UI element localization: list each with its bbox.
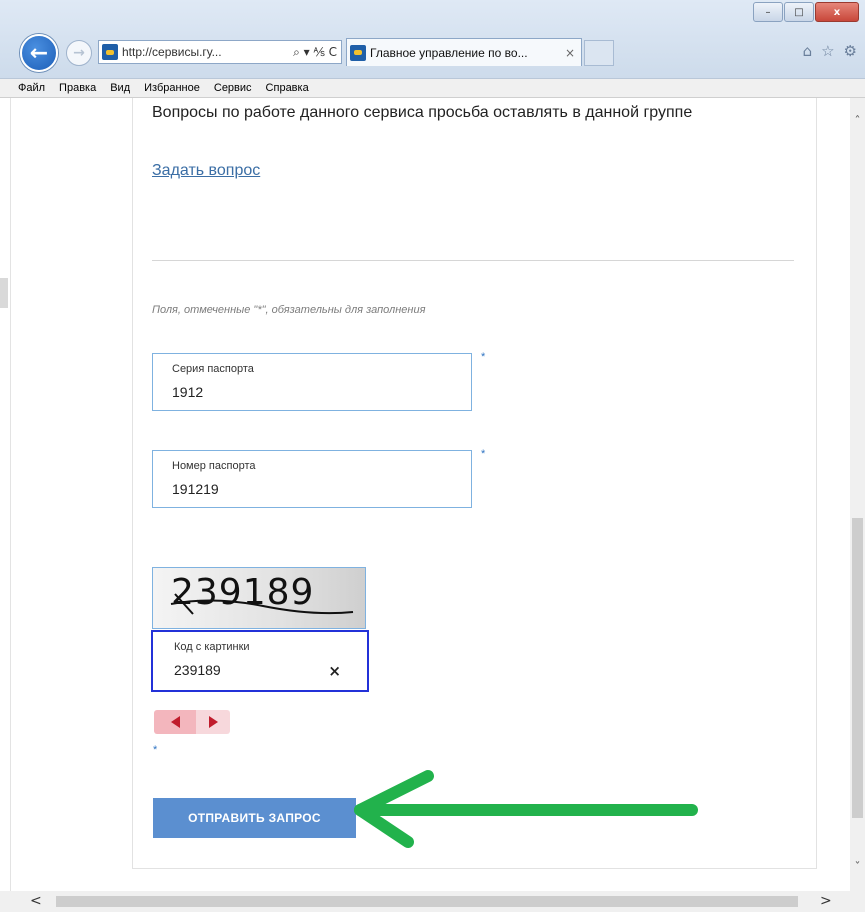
horizontal-scrollbar[interactable]: < > — [0, 891, 865, 912]
maximize-button[interactable]: □ — [784, 2, 814, 22]
required-fields-note: Поля, отмеченные "*", обязательны для за… — [152, 304, 426, 316]
passport-series-label: Серия паспорта — [172, 363, 254, 375]
section-divider — [152, 260, 794, 261]
tab-title: Главное управление по во... — [370, 45, 528, 60]
required-marker: * — [481, 448, 486, 460]
passport-number-field[interactable]: Номер паспорта 191219 — [152, 450, 472, 508]
menu-item-file[interactable]: Файл — [0, 82, 52, 94]
passport-number-value[interactable]: 191219 — [172, 481, 219, 497]
gear-icon[interactable]: ⚙ — [844, 42, 857, 60]
captcha-code-value[interactable]: 239189 — [174, 662, 221, 678]
scroll-up-icon[interactable]: ˆ — [850, 114, 865, 128]
captcha-audio-control[interactable] — [154, 710, 232, 734]
vertical-scrollbar[interactable]: ˆ ˇ — [850, 98, 865, 891]
captcha-code-field[interactable]: Код с картинки 239189 × — [151, 630, 369, 692]
menu-bar: Файл Правка Вид Избранное Сервис Справка — [0, 78, 865, 98]
scroll-down-icon[interactable]: ˇ — [850, 860, 865, 874]
site-favicon-icon — [102, 44, 118, 60]
ask-question-link[interactable]: Задать вопрос — [152, 162, 260, 180]
home-icon[interactable]: ⌂ — [803, 42, 813, 60]
captcha-noise-lines — [170, 593, 354, 615]
passport-series-value[interactable]: 1912 — [172, 384, 203, 400]
close-window-button[interactable]: x — [815, 2, 859, 22]
tab-active[interactable]: Главное управление по во... × — [346, 38, 582, 66]
browser-chrome: – □ x ← → http://сервисы.гу... ⌕ ▾ ⅍ C Г… — [0, 0, 865, 78]
captcha-image: 239189 — [152, 567, 366, 629]
tab-close-icon[interactable]: × — [565, 46, 575, 60]
required-marker: * — [481, 351, 486, 363]
scroll-right-icon[interactable]: > — [820, 893, 832, 909]
play-back-icon[interactable] — [154, 710, 196, 734]
passport-number-label: Номер паспорта — [172, 460, 256, 472]
left-gutter — [0, 98, 11, 891]
captcha-code-label: Код с картинки — [174, 641, 250, 653]
address-bar[interactable]: http://сервисы.гу... ⌕ ▾ ⅍ C — [98, 40, 342, 64]
menu-item-tools[interactable]: Сервис — [207, 82, 259, 94]
back-arrow-icon[interactable]: ← — [20, 34, 58, 72]
clear-icon[interactable]: × — [328, 662, 341, 680]
menu-item-edit[interactable]: Правка — [52, 82, 103, 94]
address-tools[interactable]: ⌕ ▾ ⅍ C — [293, 45, 337, 60]
menu-item-view[interactable]: Вид — [103, 82, 137, 94]
menu-item-help[interactable]: Справка — [259, 82, 316, 94]
new-tab-button[interactable] — [584, 40, 614, 66]
passport-series-field[interactable]: Серия паспорта 1912 — [152, 353, 472, 411]
toolbar-icons: ⌂ ☆ ⚙ — [803, 42, 857, 60]
tab-favicon-icon — [350, 44, 366, 61]
play-forward-icon[interactable] — [196, 710, 230, 734]
submit-request-button[interactable]: ОТПРАВИТЬ ЗАПРОС — [153, 798, 356, 838]
star-icon[interactable]: ☆ — [821, 42, 834, 60]
required-marker: * — [153, 744, 158, 756]
horizontal-scroll-thumb[interactable] — [56, 896, 798, 907]
menu-item-favorites[interactable]: Избранное — [137, 82, 207, 94]
scroll-left-icon[interactable]: < — [30, 893, 42, 909]
window-controls: – □ x — [752, 2, 859, 22]
vertical-scroll-thumb[interactable] — [852, 518, 863, 818]
page-viewport: Вопросы по работе данного сервиса просьб… — [0, 98, 850, 891]
forward-arrow-icon[interactable]: → — [66, 40, 92, 66]
support-notice: Вопросы по работе данного сервиса просьб… — [152, 104, 693, 121]
minimize-button[interactable]: – — [753, 2, 783, 22]
address-url[interactable]: http://сервисы.гу... — [122, 45, 293, 59]
